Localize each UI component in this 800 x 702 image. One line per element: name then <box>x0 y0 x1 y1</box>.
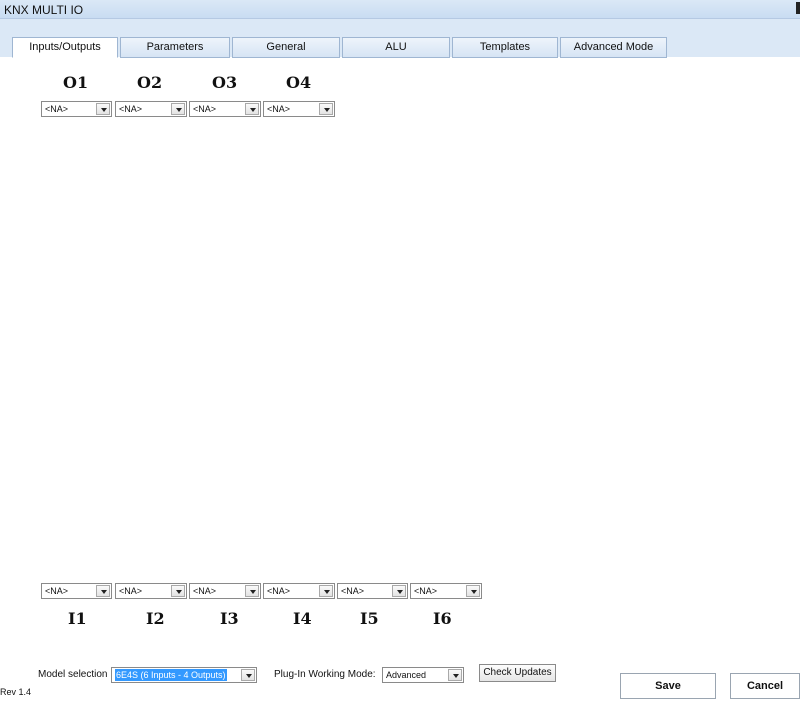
output-label-o2: O2 <box>137 73 163 92</box>
check-updates-button[interactable]: Check Updates <box>479 664 556 682</box>
revision-label: Rev 1.4 <box>0 687 32 697</box>
chevron-down-icon <box>245 585 259 597</box>
input-select-i3[interactable]: <NA> <box>189 583 261 599</box>
tab-advanced-mode[interactable]: Advanced Mode <box>560 37 667 58</box>
plugin-mode-label: Plug-In Working Mode: <box>274 669 376 680</box>
chevron-down-icon <box>241 669 255 681</box>
input-label-i2: I2 <box>146 609 165 628</box>
title-bar: KNX MULTI IO <box>0 0 800 19</box>
tab-parameters[interactable]: Parameters <box>120 37 230 58</box>
output-label-o4: O4 <box>286 73 312 92</box>
tab-templates[interactable]: Templates <box>452 37 558 58</box>
tab-general[interactable]: General <box>232 37 340 58</box>
input-select-i4[interactable]: <NA> <box>263 583 335 599</box>
input-label-i1: I1 <box>68 609 87 628</box>
output-select-o4[interactable]: <NA> <box>263 101 335 117</box>
window-edge <box>796 2 800 14</box>
input-label-i4: I4 <box>293 609 312 628</box>
input-select-i5[interactable]: <NA> <box>337 583 408 599</box>
save-button[interactable]: Save <box>620 673 716 699</box>
tab-alu[interactable]: ALU <box>342 37 450 58</box>
model-selection-label: Model selection <box>38 669 108 680</box>
plugin-mode-select[interactable]: Advanced <box>382 667 464 683</box>
output-select-o1[interactable]: <NA> <box>41 101 112 117</box>
chevron-down-icon <box>171 585 185 597</box>
model-select[interactable]: 6E4S (6 Inputs - 4 Outputs) <box>111 667 257 683</box>
model-select-value: 6E4S (6 Inputs - 4 Outputs) <box>115 669 227 681</box>
chevron-down-icon <box>245 103 259 115</box>
input-label-i5: I5 <box>360 609 379 628</box>
output-select-o3[interactable]: <NA> <box>189 101 261 117</box>
input-select-i2[interactable]: <NA> <box>115 583 187 599</box>
input-select-i1[interactable]: <NA> <box>41 583 112 599</box>
output-label-o3: O3 <box>212 73 238 92</box>
chevron-down-icon <box>319 585 333 597</box>
input-label-i6: I6 <box>433 609 452 628</box>
cancel-button[interactable]: Cancel <box>730 673 800 699</box>
chevron-down-icon <box>171 103 185 115</box>
tab-inputs-outputs[interactable]: Inputs/Outputs <box>12 37 118 58</box>
input-select-i6[interactable]: <NA> <box>410 583 482 599</box>
chevron-down-icon <box>319 103 333 115</box>
window-title: KNX MULTI IO <box>4 3 84 17</box>
chevron-down-icon <box>466 585 480 597</box>
output-select-o2[interactable]: <NA> <box>115 101 187 117</box>
chevron-down-icon <box>392 585 406 597</box>
output-label-o1: O1 <box>63 73 89 92</box>
chevron-down-icon <box>448 669 462 681</box>
input-label-i3: I3 <box>220 609 239 628</box>
chevron-down-icon <box>96 103 110 115</box>
chevron-down-icon <box>96 585 110 597</box>
